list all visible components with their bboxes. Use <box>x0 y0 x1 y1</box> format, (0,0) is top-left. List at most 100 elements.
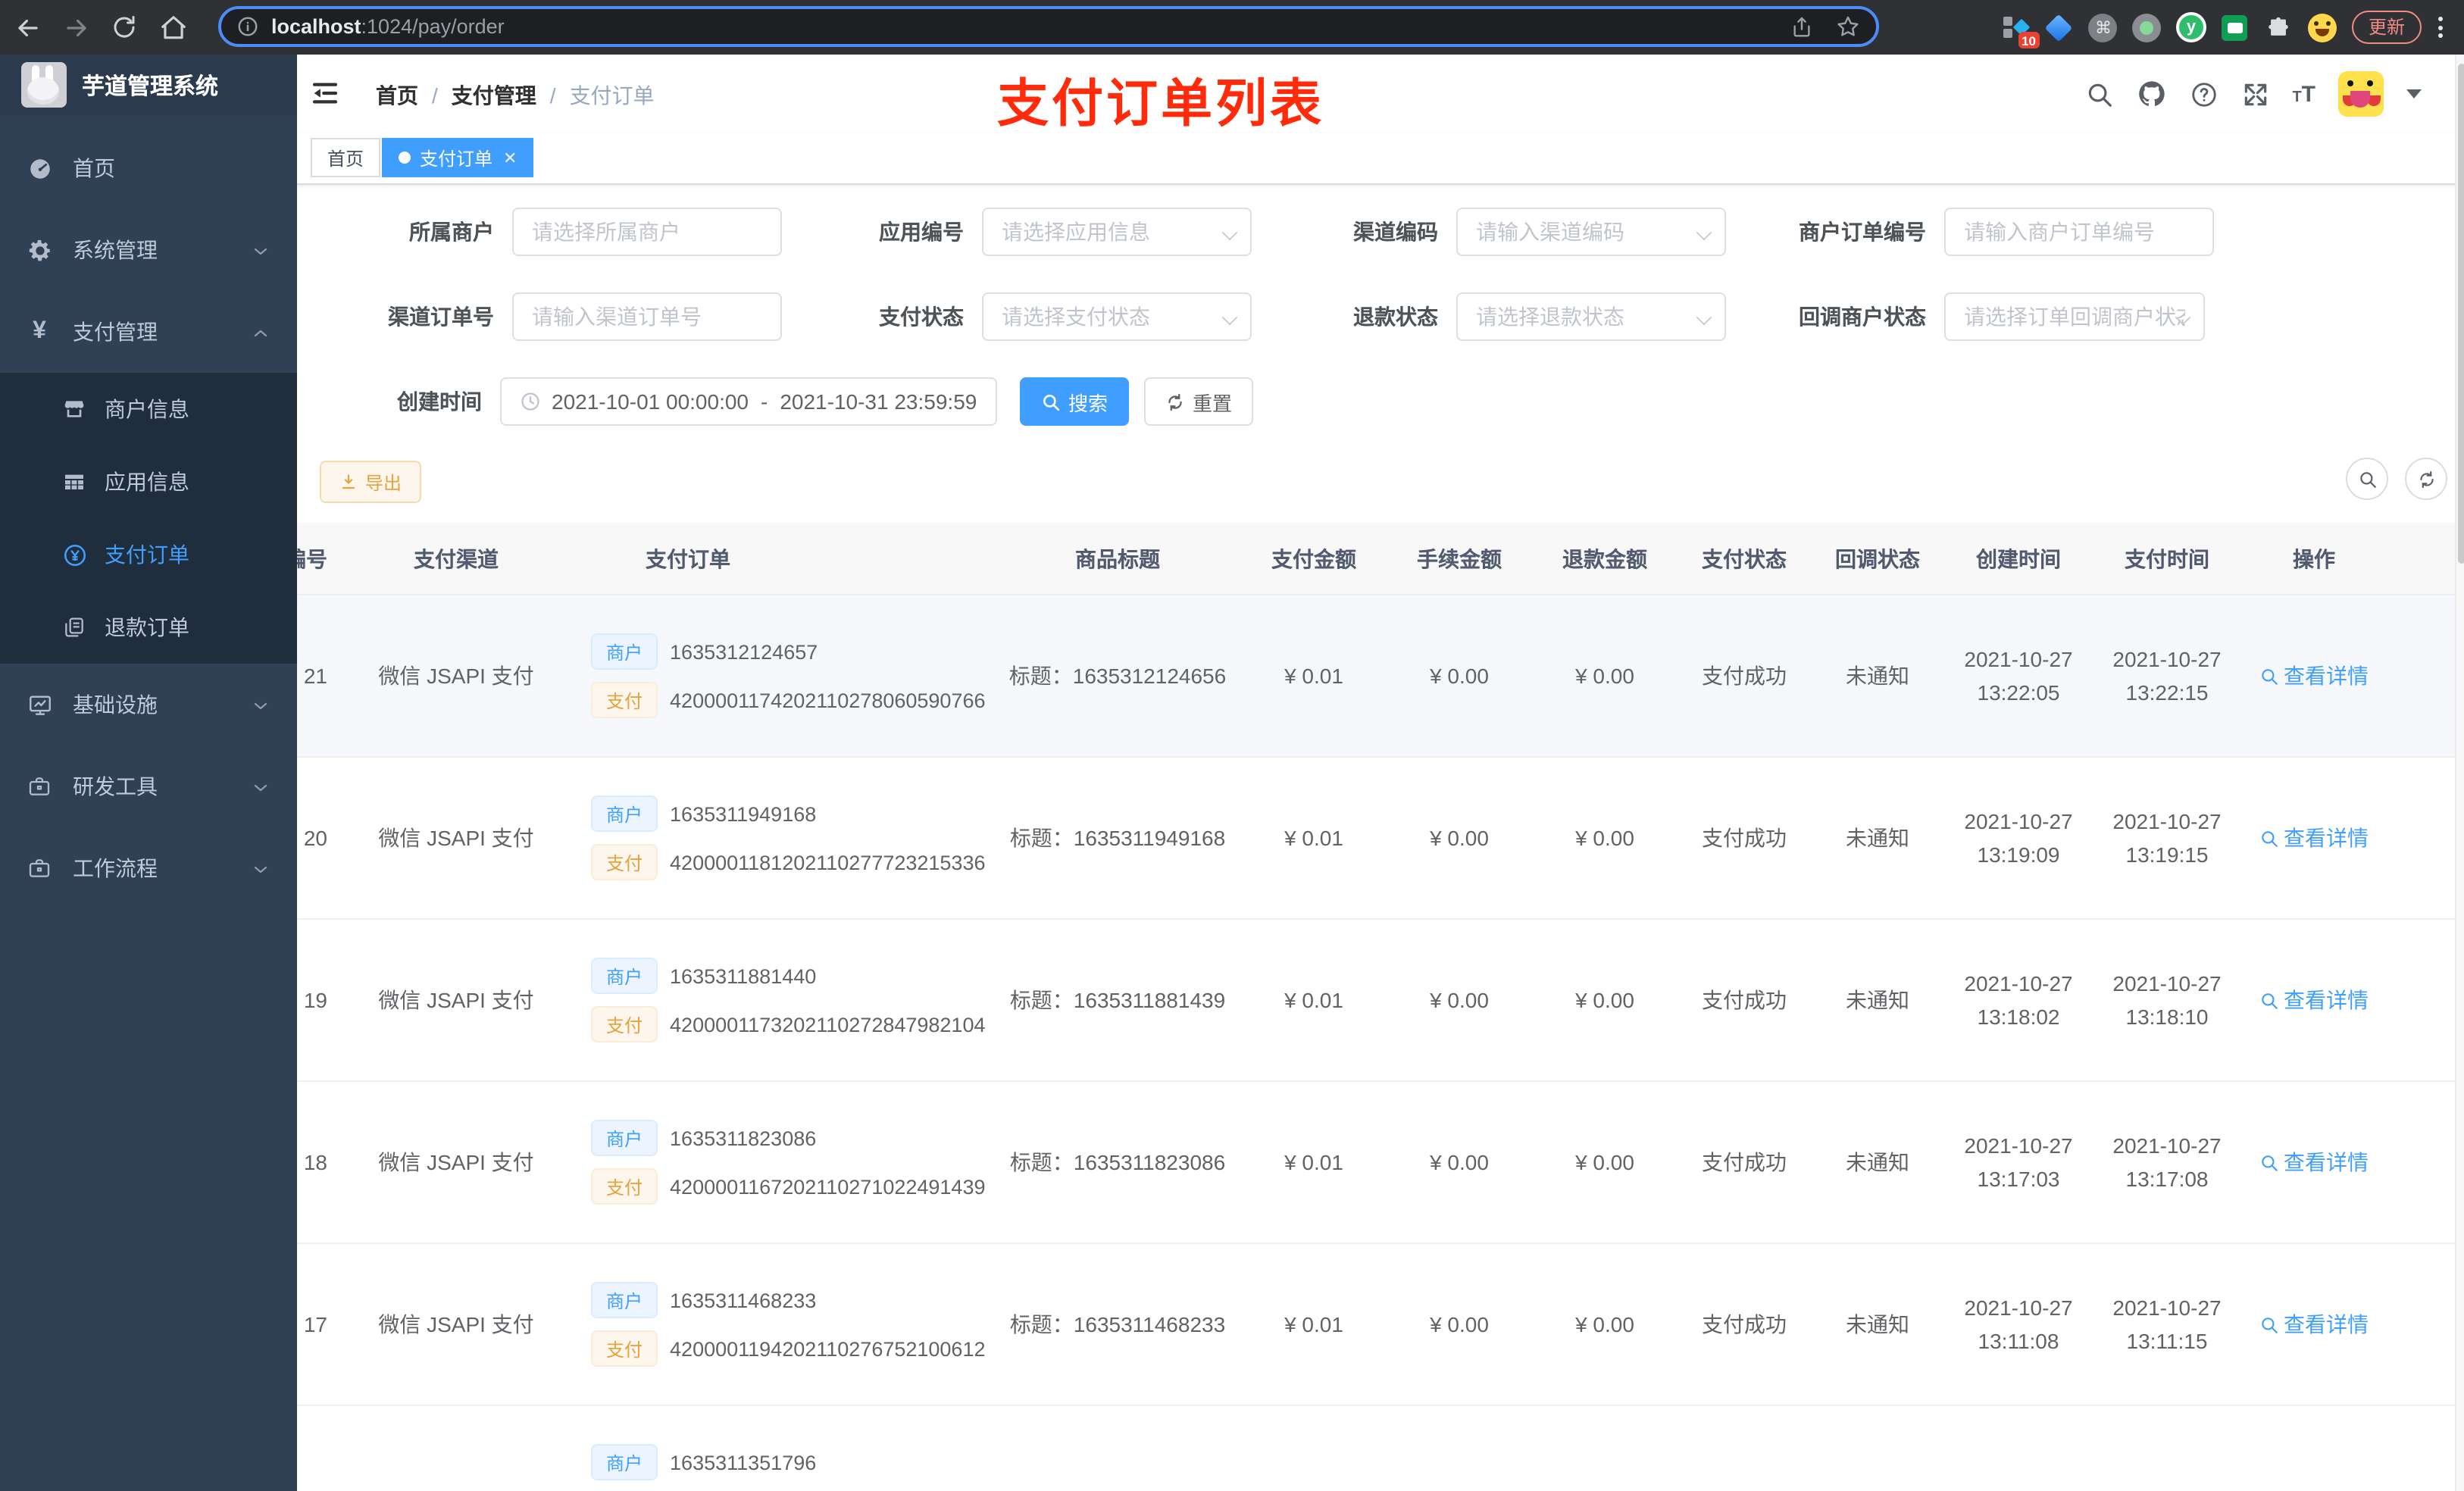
sidebar-item-dev-tools[interactable]: 研发工具 <box>0 746 297 827</box>
sidebar-item-system[interactable]: 系统管理 <box>0 209 297 291</box>
cell-action <box>2241 1405 2387 1491</box>
date-range-input[interactable]: 2021-10-01 00:00:00 - 2021-10-31 23:59:5… <box>500 377 997 426</box>
cell-refund: ¥ 0.00 <box>1532 757 1678 920</box>
sidebar-item-workflow[interactable]: 工作流程 <box>0 827 297 909</box>
sidebar-item-pay[interactable]: ¥ 支付管理 <box>0 291 297 373</box>
cell-amount: ¥ 0.01 <box>1241 919 1387 1082</box>
sidebar-item-label: 应用信息 <box>105 470 189 494</box>
search-button[interactable]: 搜索 <box>1020 377 1130 426</box>
export-button[interactable]: 导出 <box>320 461 422 503</box>
view-detail-link[interactable]: 查看详情 <box>2259 1147 2369 1177</box>
view-detail-link[interactable]: 查看详情 <box>2259 1309 2369 1339</box>
sidebar-item-app-info[interactable]: 应用信息 <box>0 445 297 518</box>
filter-channel-code: 渠道编码 请输入渠道编码 <box>1211 208 1726 256</box>
cell-notify-status <box>1811 1405 1944 1491</box>
cell-id <box>297 1405 342 1491</box>
chevron-up-icon <box>252 320 270 344</box>
merchant-order-no: 1635311881440 <box>670 964 817 987</box>
help-question-icon[interactable] <box>2189 80 2218 108</box>
cell-filler <box>2387 1081 2455 1244</box>
scrollbar-thumb[interactable] <box>2457 64 2464 564</box>
view-detail-link[interactable]: 查看详情 <box>2259 823 2369 853</box>
search-icon <box>2262 1155 2278 1171</box>
filter-label: 回调商户状态 <box>1799 305 1926 329</box>
cell-pay-time <box>2093 1405 2241 1491</box>
browser-update-button[interactable]: 更新 <box>2351 11 2422 44</box>
font-size-icon[interactable]: TT <box>2292 83 2315 105</box>
sidebar-item-pay-order[interactable]: 支付订单 <box>0 518 297 591</box>
sidebar-item-infrastructure[interactable]: 基础设施 <box>0 664 297 746</box>
sidebar-item-merchant-info[interactable]: 商户信息 <box>0 373 297 445</box>
cell-filler <box>2387 595 2455 758</box>
merchant-tag: 商户 <box>591 1282 658 1318</box>
extensions-puzzle-icon[interactable] <box>2264 12 2294 42</box>
page-scrollbar[interactable] <box>2455 55 2464 1491</box>
channel-code-select[interactable]: 请输入渠道编码 <box>1456 208 1726 256</box>
extension-vue-devtools-icon[interactable]: y <box>2175 12 2206 42</box>
merchant-order-no: 1635311351796 <box>670 1451 817 1474</box>
filter-pay-status: 支付状态 请选择支付状态 <box>736 292 1252 341</box>
cell-channel: 微信 JSAPI 支付 <box>342 757 570 920</box>
address-bar[interactable]: localhost:1024/pay/order <box>218 6 1879 47</box>
cell-notify-status: 未通知 <box>1811 919 1944 1082</box>
browser-forward-button[interactable] <box>55 6 97 48</box>
share-icon[interactable] <box>1790 14 1814 39</box>
tag-tab-home[interactable]: 首页 <box>311 138 381 177</box>
extension-gem-icon[interactable] <box>2044 12 2075 42</box>
browser-back-button[interactable] <box>6 6 48 48</box>
extension-command-icon[interactable]: ⌘ <box>2088 12 2118 42</box>
cell-pay-time: 2021-10-27 13:17:08 <box>2093 1081 2241 1244</box>
extension-badge-icon[interactable]: 10 <box>2000 12 2040 48</box>
cell-action: 查看详情 <box>2241 1243 2387 1406</box>
merchant-order-no-input[interactable]: 请输入商户订单编号 <box>1944 208 2214 256</box>
browser-profile-avatar[interactable] <box>2308 12 2338 42</box>
app-logo[interactable]: 芋道管理系统 <box>0 55 297 115</box>
view-detail-link[interactable]: 查看详情 <box>2259 985 2369 1015</box>
cell-id: 19 <box>297 919 342 1082</box>
search-icon <box>2262 668 2278 684</box>
reset-button[interactable]: 重置 <box>1144 377 1254 426</box>
breadcrumb-pay-manage[interactable]: 支付管理 <box>452 83 536 108</box>
refund-status-select[interactable]: 请选择退款状态 <box>1456 292 1726 341</box>
table-grid-icon <box>58 470 91 494</box>
site-info-icon[interactable] <box>236 15 259 38</box>
user-menu-caret-icon[interactable] <box>2406 89 2422 98</box>
chevron-down-icon <box>252 692 270 717</box>
sidebar-fold-icon[interactable] <box>309 77 341 109</box>
breadcrumb: 首页 / 支付管理 / 支付订单 <box>376 83 655 108</box>
browser-menu-icon[interactable] <box>2435 17 2446 38</box>
sidebar-item-refund-order[interactable]: 退款订单 <box>0 591 297 664</box>
extension-green-dot-icon[interactable] <box>2132 12 2162 42</box>
dashboard-icon <box>21 155 58 181</box>
pay-order-table: 编号 支付渠道 支付订单 商品标题 支付金额 手续金额 退款金额 支付状态 回调… <box>297 523 2455 1491</box>
search-icon[interactable] <box>2084 80 2113 108</box>
pay-circle-icon <box>58 542 91 567</box>
url-host: localhost <box>271 15 361 38</box>
notify-status-select[interactable]: 请选择订单回调商户状态 <box>1944 292 2205 341</box>
browser-home-button[interactable] <box>152 6 194 48</box>
user-avatar[interactable] <box>2338 71 2384 117</box>
close-tab-icon[interactable]: ✕ <box>503 148 517 167</box>
column-header-filler <box>2387 523 2455 595</box>
view-detail-link[interactable]: 查看详情 <box>2259 661 2369 691</box>
table-body: 21 微信 JSAPI 支付 商户 1635312124657 支付 4200001… <box>297 595 2455 1491</box>
extension-chat-icon[interactable] <box>2220 12 2250 42</box>
cell-fee: ¥ 0.00 <box>1387 1243 1532 1406</box>
github-icon[interactable] <box>2136 79 2166 109</box>
cell-create-time <box>1944 1405 2093 1491</box>
cell-notify-status: 未通知 <box>1811 757 1944 920</box>
browser-reload-button[interactable] <box>103 6 145 48</box>
cell-id: 21 <box>297 595 342 758</box>
cell-channel: 微信 JSAPI 支付 <box>342 1243 570 1406</box>
toggle-search-button[interactable] <box>2346 458 2388 500</box>
sidebar-menu: 首页 系统管理 ¥ 支付管理 商户信息 应用信息 支付订单 退款订单 基础设施 … <box>0 127 297 909</box>
fullscreen-icon[interactable] <box>2240 80 2269 108</box>
breadcrumb-home[interactable]: 首页 <box>376 83 418 108</box>
tag-tab-pay-order[interactable]: 支付订单 ✕ <box>382 138 534 177</box>
filter-channel-order-no: 渠道订单号 请输入渠道订单号 <box>297 292 782 341</box>
refresh-table-button[interactable] <box>2405 458 2447 500</box>
sidebar-item-home[interactable]: 首页 <box>0 127 297 209</box>
bookmark-star-icon[interactable] <box>1835 14 1861 39</box>
cell-create-time: 2021-10-27 13:11:08 <box>1944 1243 2093 1406</box>
merchant-order-no: 1635311949168 <box>670 802 817 825</box>
